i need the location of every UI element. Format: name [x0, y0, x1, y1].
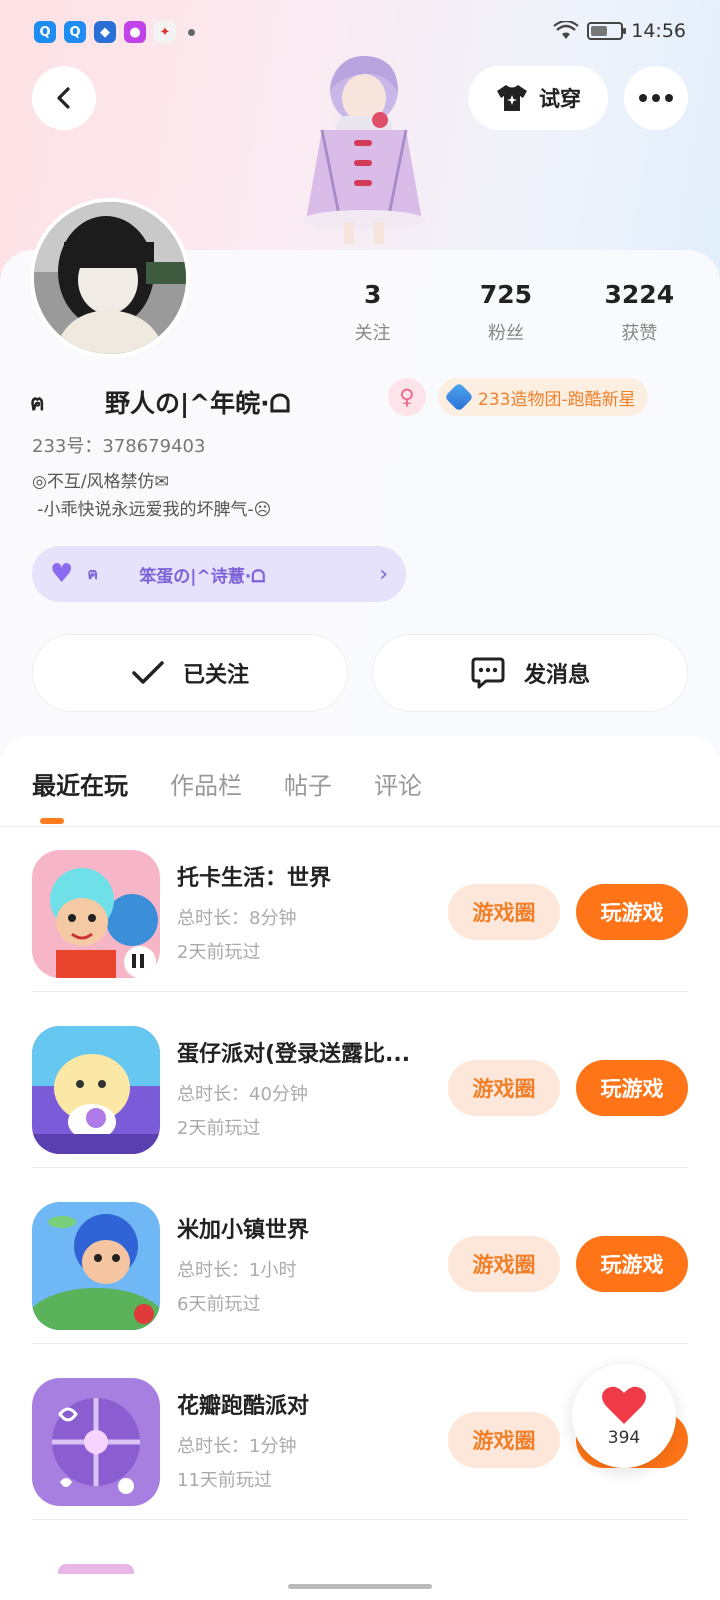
miga-world-icon — [32, 1202, 160, 1330]
cp-relationship-bar[interactable]: ♥ ฅ 笨蛋の|^诗薏·ᗝ › — [32, 546, 406, 602]
wifi-icon — [553, 21, 579, 39]
avatar-photo — [34, 202, 186, 354]
toca-world-icon — [32, 850, 160, 978]
followed-label: 已关注 — [182, 663, 249, 688]
profile-tabs: 最近在玩 作品栏 帖子 评论 — [32, 766, 422, 801]
stat-value: 3224 — [604, 280, 675, 309]
eggy-party-icon — [32, 1026, 160, 1154]
qq-icon: Q — [64, 21, 86, 43]
content-panel: 最近在玩 作品栏 帖子 评论 托卡生活：世界 总时长：8分钟 2天前玩过 游戏圈… — [0, 736, 720, 1600]
app-icon: ● — [124, 21, 146, 43]
game-circle-button[interactable]: 游戏圈 — [448, 1236, 560, 1292]
clock: 14:56 — [631, 20, 686, 42]
more-options-button[interactable] — [624, 66, 688, 130]
send-message-button[interactable]: 发消息 — [372, 634, 688, 712]
check-icon — [132, 661, 164, 684]
avatar-character-image — [302, 55, 426, 244]
game-title: 托卡生活：世界 — [177, 866, 332, 891]
more-notifications-dot — [188, 28, 195, 36]
game-circle-button[interactable]: 游戏圈 — [448, 884, 560, 940]
floating-like-button[interactable]: 394 — [572, 1364, 676, 1468]
more-dot-icon — [639, 94, 647, 102]
tab-works[interactable]: 作品栏 — [170, 766, 242, 801]
stat-followers[interactable]: 725 粉丝 — [439, 280, 572, 345]
user-id: 233号：378679403 — [32, 436, 206, 457]
stat-label: 获赞 — [621, 323, 658, 344]
stat-following[interactable]: 3 关注 — [306, 280, 439, 345]
back-button[interactable] — [32, 66, 96, 130]
like-count: 394 — [607, 1428, 641, 1448]
game-icon — [32, 1026, 160, 1154]
qq-icon: Q — [34, 21, 56, 43]
game-title: 米加小镇世界 — [177, 1218, 310, 1243]
tab-comments[interactable]: 评论 — [374, 766, 422, 801]
game-list-item[interactable]: 米加小镇世界 总时长：1小时 6天前玩过 游戏圈 玩游戏 — [32, 1168, 688, 1344]
badge-label: 233造物团-跑酷新星 — [478, 389, 636, 410]
nickname: 野人の|^年皖·ᗝ — [105, 389, 291, 418]
play-game-button[interactable]: 玩游戏 — [576, 1060, 688, 1116]
game-circle-button[interactable]: 游戏圈 — [448, 1412, 560, 1468]
tab-recently-played[interactable]: 最近在玩 — [32, 766, 128, 801]
game-icon — [32, 1378, 160, 1506]
game-list-item[interactable]: 托卡生活：世界 总时长：8分钟 2天前玩过 游戏圈 玩游戏 — [32, 816, 688, 992]
stat-value: 3 — [363, 280, 382, 309]
more-dot-icon — [665, 94, 673, 102]
more-dot-icon — [652, 94, 660, 102]
name-row: ฅ 野人の|^年皖·ᗝ ♀ 233造物团-跑酷新星 — [30, 378, 700, 420]
game-last-played: 2天前玩过 — [177, 942, 261, 963]
creator-badge[interactable]: 233造物团-跑酷新星 — [438, 378, 648, 416]
cp-prefix: ฅ — [87, 563, 99, 583]
game-duration: 总时长：8分钟 — [177, 908, 297, 929]
game-duration: 总时长：40分钟 — [177, 1084, 308, 1105]
cube-badge-icon — [444, 382, 474, 412]
game-icon — [32, 1202, 160, 1330]
female-gender-icon: ♀ — [388, 378, 426, 416]
stat-label: 粉丝 — [487, 323, 524, 344]
game-duration: 总时长：1小时 — [177, 1260, 297, 1281]
game-title: 花瓣跑酷派对 — [177, 1394, 310, 1419]
send-message-label: 发消息 — [523, 663, 590, 688]
game-duration: 总时长：1分钟 — [177, 1436, 297, 1457]
name-prefix: ฅ — [30, 390, 45, 416]
tab-posts[interactable]: 帖子 — [284, 766, 332, 801]
game-last-played: 11天前玩过 — [177, 1470, 272, 1491]
chat-bubble-icon — [471, 657, 505, 689]
game-last-played: 6天前玩过 — [177, 1294, 261, 1315]
game-last-played: 2天前玩过 — [177, 1118, 261, 1139]
stat-value: 725 — [479, 280, 533, 309]
play-game-button[interactable]: 玩游戏 — [576, 884, 688, 940]
user-bio: ◎不互/风格禁仿✉ -小乖快说永远爱我的坏脾气-☹ — [32, 472, 272, 520]
game-icon — [32, 850, 160, 978]
game-list-item[interactable]: 蛋仔派对(登录送露比... 总时长：40分钟 2天前玩过 游戏圈 玩游戏 — [32, 992, 688, 1168]
profile-stats: 3 关注 725 粉丝 3224 获赞 — [306, 280, 706, 345]
petal-parkour-icon — [32, 1378, 160, 1506]
play-game-button[interactable]: 玩游戏 — [576, 1236, 688, 1292]
chevron-right-icon: › — [379, 561, 388, 587]
heart-icon: ♥ — [50, 559, 74, 589]
battery-icon — [587, 22, 627, 40]
tshirt-icon — [497, 85, 527, 111]
next-game-icon-peek — [58, 1564, 134, 1574]
cp-name: 笨蛋の|^诗薏·ᗝ — [139, 566, 266, 587]
app-icon: ✦ — [154, 21, 176, 43]
notification-icons: Q Q ◆ ● ✦ — [34, 21, 195, 43]
home-indicator[interactable] — [288, 1584, 432, 1589]
followed-button[interactable]: 已关注 — [32, 634, 348, 712]
heart-icon — [602, 1386, 646, 1424]
back-arrow-icon — [57, 87, 70, 109]
user-avatar[interactable] — [30, 198, 190, 358]
stat-label: 关注 — [354, 323, 391, 344]
game-circle-button[interactable]: 游戏圈 — [448, 1060, 560, 1116]
game-title: 蛋仔派对(登录送露比... — [177, 1042, 411, 1067]
try-on-label: 试穿 — [539, 87, 581, 111]
app-icon: ◆ — [94, 21, 116, 43]
try-on-button[interactable]: 试穿 — [468, 66, 608, 130]
stat-likes[interactable]: 3224 获赞 — [573, 280, 706, 345]
